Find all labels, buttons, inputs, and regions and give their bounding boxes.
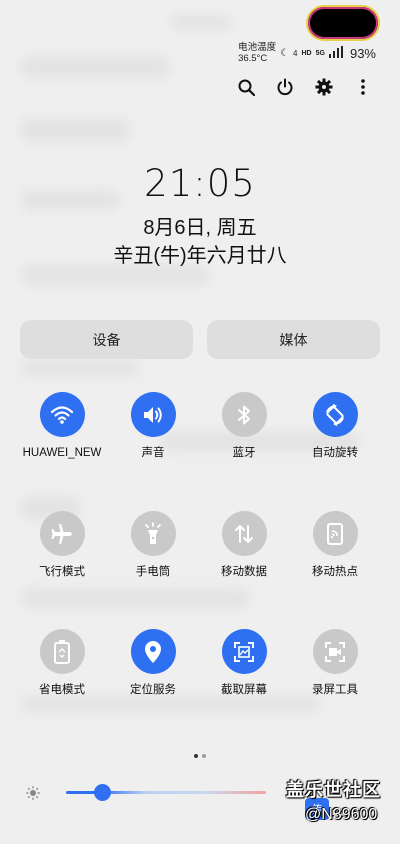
tile-label: HUAWEI_NEW <box>22 447 102 459</box>
tile-label: 声音 <box>141 447 165 459</box>
tile-screenshot: 截取屏幕 <box>198 629 290 698</box>
network-label: 5G <box>315 49 325 57</box>
tile-label: 录屏工具 <box>312 684 358 696</box>
page-dot-active[interactable] <box>194 754 198 758</box>
clock-date: 8月6日, 周五 <box>143 217 257 239</box>
signal-icon <box>328 45 343 61</box>
tile-wifi: HUAWEI_NEW <box>16 392 108 461</box>
volume-icon[interactable] <box>130 392 176 437</box>
tile-hotspot: 移动热点 <box>289 511 381 580</box>
tile-screen-record: 录屏工具 <box>289 629 381 698</box>
tile-label: 省电模式 <box>39 684 85 696</box>
tile-mobile-data: 移动数据 <box>198 511 290 580</box>
flashlight-icon[interactable] <box>130 511 176 556</box>
settings-icon[interactable] <box>315 74 333 100</box>
hd-icon: HD <box>301 49 312 57</box>
tile-label: 飞行模式 <box>39 566 85 578</box>
tile-auto-rotate: 自动旋转 <box>289 392 381 461</box>
tile-location: 定位服务 <box>107 629 199 698</box>
hotspot-icon[interactable] <box>312 511 358 556</box>
brightness-slider-thumb[interactable] <box>93 784 111 801</box>
tile-airplane: 飞行模式 <box>16 511 108 580</box>
battery-temperature: 电池温度 36.5°C <box>238 42 276 64</box>
tile-flashlight: 手电筒 <box>107 511 199 580</box>
more-icon[interactable] <box>354 74 372 100</box>
temperature-label: 电池温度 <box>238 42 277 53</box>
rotate-icon[interactable] <box>312 392 358 437</box>
tile-sound: 声音 <box>107 392 199 461</box>
location-icon[interactable] <box>130 629 176 674</box>
page-indicator <box>0 754 400 758</box>
mobile-data-icon[interactable] <box>221 511 267 556</box>
tile-label: 移动数据 <box>221 566 267 578</box>
status-bar: 电池温度 36.5°C ☾ 4 HD 5G 93% <box>238 40 376 66</box>
tile-label: 截取屏幕 <box>221 684 267 696</box>
tile-bluetooth: 蓝牙 <box>198 392 290 461</box>
tile-battery-saver: 省电模式 <box>16 629 108 698</box>
tile-label: 蓝牙 <box>232 447 256 459</box>
watermark-site: 盖乐世社区 <box>286 780 381 800</box>
notification-count: 4 <box>293 48 298 58</box>
tile-label: 定位服务 <box>130 684 176 696</box>
screenshot-icon[interactable] <box>221 629 267 674</box>
tile-label: 移动热点 <box>312 566 358 578</box>
tile-label: 自动旋转 <box>312 447 358 459</box>
brightness-icon <box>25 785 41 805</box>
devices-button[interactable]: 设备 <box>20 320 193 359</box>
airplane-icon[interactable] <box>39 511 85 556</box>
page-dot[interactable] <box>202 754 206 758</box>
moon-icon: ☾ <box>280 47 290 59</box>
battery-percentage: 93% <box>349 45 376 61</box>
temperature-value: 36.5°C <box>238 53 268 64</box>
watermark-user: @N39600 <box>305 806 378 823</box>
bluetooth-icon[interactable] <box>221 392 267 437</box>
quick-panel-toolbar <box>237 74 372 100</box>
media-button[interactable]: 媒体 <box>207 320 380 359</box>
wifi-icon[interactable] <box>39 392 85 437</box>
screen-record-icon[interactable] <box>312 629 358 674</box>
battery-saver-icon[interactable] <box>39 629 85 674</box>
power-icon[interactable] <box>276 74 294 100</box>
tile-label: 手电筒 <box>135 566 171 578</box>
clock-time: 21:05 <box>144 162 256 205</box>
lunar-date: 辛丑(牛)年六月廿八 <box>113 245 287 267</box>
search-icon[interactable] <box>237 74 255 100</box>
camera-cutout <box>308 7 378 39</box>
